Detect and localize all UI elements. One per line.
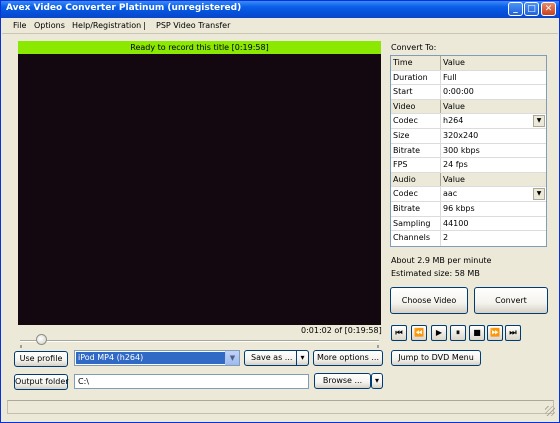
seek-slider-thumb[interactable] xyxy=(36,334,47,345)
menu-options[interactable]: Options xyxy=(34,21,65,30)
grid-header-name: Time xyxy=(391,56,441,70)
grid-cell-value[interactable]: 96 kbps xyxy=(441,202,546,216)
output-path-field[interactable]: C:\ xyxy=(74,374,309,389)
grid-row-size[interactable]: Size 320x240 xyxy=(391,128,546,144)
maximize-button[interactable]: □ xyxy=(524,2,539,16)
browse-dropdown-icon[interactable]: ▾ xyxy=(371,373,383,389)
minimize-button[interactable]: _ xyxy=(508,2,523,16)
grid-cell-name: Duration xyxy=(391,70,441,85)
grid-cell-value: aac xyxy=(443,189,458,199)
chevron-down-icon[interactable]: ▼ xyxy=(533,115,545,128)
settings-grid: Time Value Duration Full Start 0:00:00 V… xyxy=(390,55,547,247)
title-bar[interactable]: Avex Video Converter Platinum (unregiste… xyxy=(1,1,559,18)
grid-cell-name: Bitrate xyxy=(391,143,441,158)
grid-row-video-bitrate[interactable]: Bitrate 300 kbps xyxy=(391,143,546,159)
grid-row-start[interactable]: Start 0:00:00 xyxy=(391,85,546,100)
menu-file[interactable]: File xyxy=(13,21,26,30)
play-icon[interactable]: ▶ xyxy=(431,325,447,341)
grid-cell-name: Start xyxy=(391,85,441,99)
grid-cell-value[interactable]: 0:00:00 xyxy=(441,85,546,99)
grid-row-video-codec[interactable]: Codec h264 ▼ xyxy=(391,114,546,129)
video-header-row: Video Value xyxy=(391,99,546,115)
grid-row-fps[interactable]: FPS 24 fps xyxy=(391,158,546,173)
use-profile-button[interactable]: Use profile xyxy=(14,351,68,367)
time-display: 0:01:02 of [0:19:58] xyxy=(301,326,382,335)
seek-slider-ticks xyxy=(20,345,379,348)
menu-help-registration[interactable]: Help/Registration xyxy=(72,21,141,30)
close-button[interactable]: ✕ xyxy=(541,2,556,16)
grid-header-value: Value xyxy=(443,174,465,184)
grid-cell-name: FPS xyxy=(391,158,441,172)
menu-bar: File Options Help/Registration | PSP Vid… xyxy=(2,18,558,34)
grid-cell-value[interactable]: 24 fps xyxy=(441,158,546,172)
convert-button[interactable]: Convert xyxy=(474,287,548,314)
grid-cell-name: Bitrate xyxy=(391,201,441,216)
profile-selected-value: iPod MP4 (h264) xyxy=(76,352,226,364)
skip-last-icon[interactable]: ⏭ xyxy=(505,325,521,341)
save-as-label: Save as ... xyxy=(251,353,293,362)
grid-cell-name: Size xyxy=(391,128,441,143)
video-codec-select[interactable]: h264 ▼ xyxy=(441,114,546,128)
save-as-dropdown-icon[interactable]: ▾ xyxy=(296,350,309,366)
chevron-down-icon[interactable]: ▼ xyxy=(225,351,239,365)
time-header-row: Time Value xyxy=(391,56,546,71)
resize-grip[interactable] xyxy=(545,406,555,416)
output-folder-button[interactable]: Output folder xyxy=(14,374,69,390)
browse-button[interactable]: Browse ... xyxy=(314,373,371,389)
grid-cell-name: Codec xyxy=(391,114,441,128)
app-window: Avex Video Converter Platinum (unregiste… xyxy=(0,0,560,423)
grid-row-audio-codec[interactable]: Codec aac ▼ xyxy=(391,187,546,202)
grid-header-name: Video xyxy=(391,99,441,114)
status-strip xyxy=(7,400,554,414)
player-status-bar: Ready to record this title [0:19:58] xyxy=(18,41,381,54)
video-preview xyxy=(18,54,381,325)
seek-slider-track[interactable] xyxy=(20,340,379,342)
grid-cell-name: Codec xyxy=(391,187,441,201)
grid-header-name: Audio xyxy=(391,172,441,187)
grid-row-duration[interactable]: Duration Full xyxy=(391,70,546,86)
menu-separator: | xyxy=(143,21,146,30)
fast-forward-icon[interactable]: ⏩ xyxy=(487,325,503,341)
grid-row-channels[interactable]: Channels 2 xyxy=(391,231,546,246)
more-options-button[interactable]: More options ... xyxy=(313,350,383,366)
jump-to-dvd-menu-button[interactable]: Jump to DVD Menu xyxy=(391,350,481,366)
stop-icon[interactable]: ■ xyxy=(469,325,485,341)
grid-cell-value: h264 xyxy=(443,116,464,126)
grid-header-value: Value xyxy=(443,58,465,67)
pause-icon[interactable]: ⏸ xyxy=(450,325,466,341)
grid-cell-value[interactable]: Full xyxy=(441,71,546,85)
audio-codec-select[interactable]: aac ▼ xyxy=(441,187,546,201)
rewind-icon[interactable]: ⏪ xyxy=(411,325,427,341)
grid-row-sampling[interactable]: Sampling 44100 xyxy=(391,216,546,232)
window-title: Avex Video Converter Platinum (unregiste… xyxy=(6,3,242,13)
choose-video-button[interactable]: Choose Video xyxy=(390,287,468,314)
convert-to-label: Convert To: xyxy=(391,43,437,52)
profile-select[interactable]: iPod MP4 (h264) ▼ xyxy=(74,350,240,366)
grid-cell-value[interactable]: 44100 xyxy=(441,217,546,231)
grid-cell-value[interactable]: 300 kbps xyxy=(441,144,546,158)
grid-row-audio-bitrate[interactable]: Bitrate 96 kbps xyxy=(391,201,546,217)
menu-psp-video-transfer[interactable]: PSP Video Transfer xyxy=(156,21,230,30)
grid-cell-name: Sampling xyxy=(391,216,441,231)
grid-cell-value[interactable]: 2 xyxy=(441,231,546,246)
audio-header-row: Audio Value xyxy=(391,172,546,188)
grid-header-value: Value xyxy=(443,101,465,111)
estimated-size-text: Estimated size: 58 MB xyxy=(391,269,480,278)
rate-info-text: About 2.9 MB per minute xyxy=(391,256,492,265)
grid-cell-name: Channels xyxy=(391,231,441,246)
grid-cell-value[interactable]: 320x240 xyxy=(441,129,546,143)
chevron-down-icon[interactable]: ▼ xyxy=(533,188,545,201)
skip-first-icon[interactable]: ⏮ xyxy=(391,325,407,341)
